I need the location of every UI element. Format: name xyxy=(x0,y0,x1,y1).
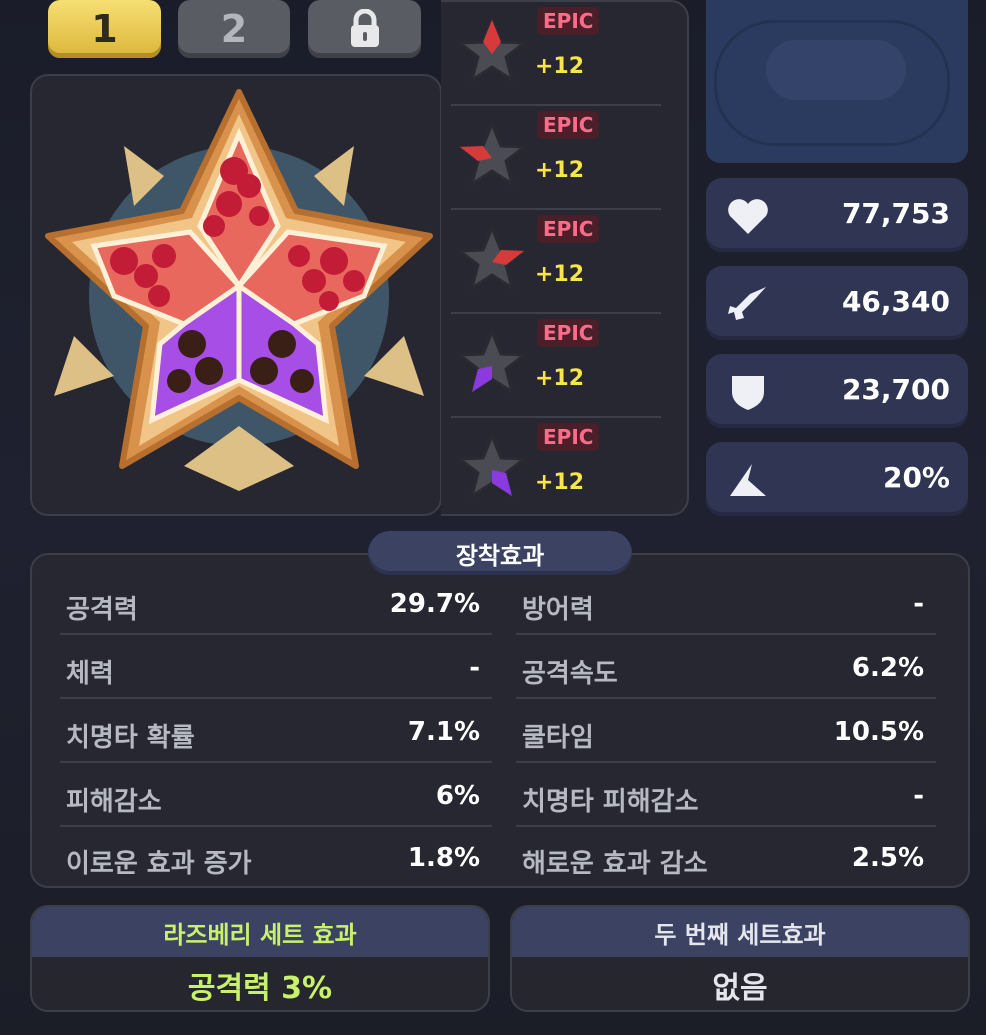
topping-slot-5[interactable]: EPIC +12 xyxy=(451,418,661,522)
effect-value: 6% xyxy=(435,781,480,811)
topping-slot-3[interactable]: EPIC +12 xyxy=(451,210,661,314)
effect-label: 피해감소 xyxy=(66,787,162,817)
effect-label: 공격력 xyxy=(66,595,138,625)
effect-value: - xyxy=(913,781,924,811)
upgrade-level: +12 xyxy=(535,54,585,79)
effect-value: 29.7% xyxy=(389,589,480,619)
topping-slot-1[interactable]: EPIC +12 xyxy=(451,2,661,106)
topping-star-icon xyxy=(457,16,527,84)
stat-value: 20% xyxy=(882,461,950,494)
grade-badge: EPIC xyxy=(537,215,600,243)
set-title: 두 번째 세트효과 xyxy=(512,907,968,957)
shield-icon xyxy=(732,376,764,410)
upgrade-level: +12 xyxy=(535,366,585,391)
effect-row: 피해감소 6% xyxy=(60,765,492,827)
divider xyxy=(60,697,492,699)
divider xyxy=(60,761,492,763)
effect-label: 치명타 피해감소 xyxy=(522,787,699,817)
topping-list: EPIC +12 EPIC +12 EPIC +12 EPIC +12 EPIC… xyxy=(441,0,689,516)
raspberry-set-effect: 라즈베리 세트 효과 공격력 3% xyxy=(30,905,490,1012)
effect-row: 방어력 - xyxy=(516,573,936,635)
effect-value: 10.5% xyxy=(833,717,924,747)
effect-value: - xyxy=(913,589,924,619)
effect-row: 치명타 피해감소 - xyxy=(516,765,936,827)
effect-label: 방어력 xyxy=(522,595,594,625)
upgrade-level: +12 xyxy=(535,158,585,183)
upgrade-level: +12 xyxy=(535,470,585,495)
topping-star-icon xyxy=(457,432,527,500)
stat-defense: 23,700 xyxy=(706,354,968,428)
topping-star-icon xyxy=(457,224,527,292)
effect-row: 체력 - xyxy=(60,637,492,699)
heart-icon xyxy=(728,199,768,234)
divider xyxy=(516,633,936,635)
effect-label: 해로운 효과 감소 xyxy=(522,849,708,879)
portrait-blur xyxy=(766,40,906,100)
cookie-portrait xyxy=(706,0,968,163)
equip-effects-panel: 공격력 29.7% 체력 - 치명타 확률 7.1% 피해감소 6% 이로운 효… xyxy=(30,553,970,888)
star-cookie-jam-icon[interactable] xyxy=(34,86,444,496)
effect-value: - xyxy=(469,653,480,683)
set-value: 공격력 3% xyxy=(187,970,333,1006)
effect-label: 체력 xyxy=(66,659,114,689)
grade-badge: EPIC xyxy=(537,423,600,451)
stat-value: 77,753 xyxy=(841,197,950,230)
effect-label: 공격속도 xyxy=(522,659,618,689)
effect-row: 치명타 확률 7.1% xyxy=(60,701,492,763)
stat-value: 23,700 xyxy=(841,373,950,406)
set-value: 없음 xyxy=(712,970,768,1006)
effect-value: 1.8% xyxy=(407,843,480,873)
sword-icon xyxy=(728,287,766,320)
effect-row: 공격력 29.7% xyxy=(60,573,492,635)
divider xyxy=(516,697,936,699)
effect-value: 6.2% xyxy=(851,653,924,683)
upgrade-level: +12 xyxy=(535,262,585,287)
tab-locked[interactable] xyxy=(308,0,421,58)
tab-1[interactable]: 1 xyxy=(48,0,161,58)
topping-star-icon xyxy=(457,328,527,396)
grade-badge: EPIC xyxy=(537,7,600,35)
equip-effects-title: 장착효과 xyxy=(368,531,632,575)
set-title: 라즈베리 세트 효과 xyxy=(32,907,488,957)
stat-attack: 46,340 xyxy=(706,266,968,340)
effect-label: 이로운 효과 증가 xyxy=(66,849,252,879)
effect-row: 이로운 효과 증가 1.8% xyxy=(60,827,492,889)
speed-arrow-icon xyxy=(730,464,766,496)
lock-icon xyxy=(350,9,379,47)
grade-badge: EPIC xyxy=(537,111,600,139)
stat-value: 46,340 xyxy=(841,285,950,318)
effect-value: 2.5% xyxy=(851,843,924,873)
effect-label: 치명타 확률 xyxy=(66,723,195,753)
divider xyxy=(60,633,492,635)
effect-row: 공격속도 6.2% xyxy=(516,637,936,699)
topping-star-icon xyxy=(457,120,527,188)
effect-row: 해로운 효과 감소 2.5% xyxy=(516,827,936,889)
effect-row: 쿨타임 10.5% xyxy=(516,701,936,763)
grade-badge: EPIC xyxy=(537,319,600,347)
stat-hp: 77,753 xyxy=(706,178,968,252)
topping-slot-4[interactable]: EPIC +12 xyxy=(451,314,661,418)
second-set-effect: 두 번째 세트효과 없음 xyxy=(510,905,970,1012)
stat-crit: 20% xyxy=(706,442,968,516)
effect-value: 7.1% xyxy=(407,717,480,747)
topping-slot-2[interactable]: EPIC +12 xyxy=(451,106,661,210)
effect-label: 쿨타임 xyxy=(522,723,594,753)
divider xyxy=(516,761,936,763)
tab-2[interactable]: 2 xyxy=(178,0,290,58)
